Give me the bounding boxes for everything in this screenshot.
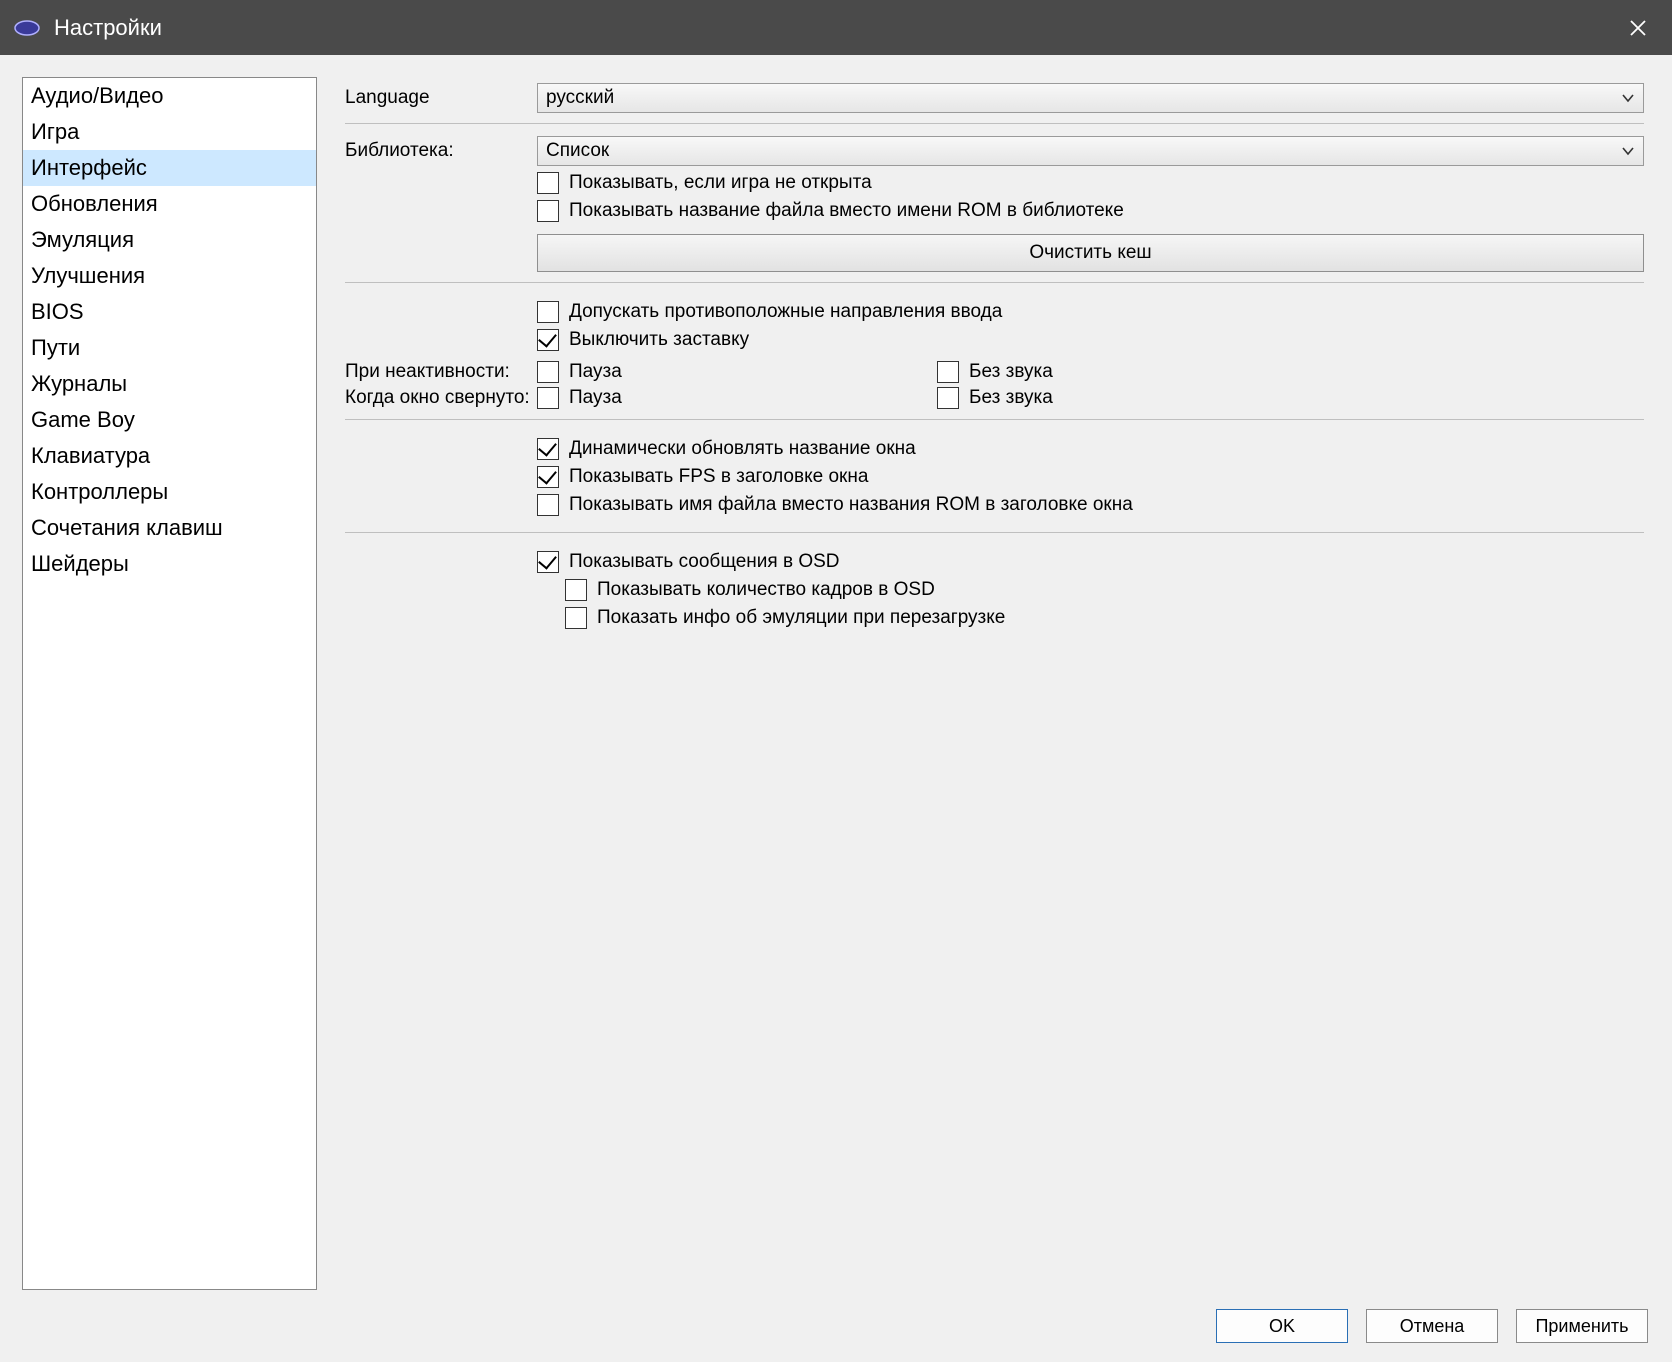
dialog-footer: OK Отмена Применить	[0, 1290, 1672, 1362]
show-fps-title-label: Показывать FPS в заголовке окна	[569, 466, 868, 488]
cancel-button[interactable]: Отмена	[1366, 1309, 1498, 1343]
show-fps-title-checkbox[interactable]	[537, 466, 559, 488]
sidebar-item[interactable]: Шейдеры	[23, 546, 316, 582]
sidebar-item[interactable]: Аудио/Видео	[23, 78, 316, 114]
sidebar-item[interactable]: BIOS	[23, 294, 316, 330]
minimized-mute-label: Без звука	[969, 387, 1053, 409]
opposing-input-checkbox[interactable]	[537, 301, 559, 323]
disable-screensaver-checkbox[interactable]	[537, 329, 559, 351]
sidebar-item[interactable]: Сочетания клавиш	[23, 510, 316, 546]
category-sidebar: Аудио/ВидеоИграИнтерфейсОбновленияЭмуляц…	[22, 77, 317, 1290]
dynamic-title-checkbox[interactable]	[537, 438, 559, 460]
inactive-mute-label: Без звука	[969, 361, 1053, 383]
apply-button[interactable]: Применить	[1516, 1309, 1648, 1343]
sidebar-item[interactable]: Контроллеры	[23, 474, 316, 510]
sidebar-item[interactable]: Игра	[23, 114, 316, 150]
window-title: Настройки	[54, 15, 162, 41]
disable-screensaver-label: Выключить заставку	[569, 329, 749, 351]
show-filename-lib-checkbox[interactable]	[537, 200, 559, 222]
sidebar-item[interactable]: Game Boy	[23, 402, 316, 438]
sidebar-item[interactable]: Эмуляция	[23, 222, 316, 258]
library-dropdown[interactable]: Список	[537, 136, 1644, 166]
osd-emu-info-reset-checkbox[interactable]	[565, 607, 587, 629]
ok-button[interactable]: OK	[1216, 1309, 1348, 1343]
clear-cache-button[interactable]: Очистить кеш	[537, 234, 1644, 272]
osd-emu-info-reset-label: Показать инфо об эмуляции при перезагруз…	[597, 607, 1005, 629]
close-button[interactable]	[1618, 8, 1658, 48]
inactive-pause-label: Пауза	[569, 361, 622, 383]
osd-frame-count-label: Показывать количество кадров в OSD	[597, 579, 935, 601]
show-if-no-game-checkbox[interactable]	[537, 172, 559, 194]
sidebar-item[interactable]: Интерфейс	[23, 150, 316, 186]
language-value: русский	[546, 87, 614, 109]
show-if-no-game-label: Показывать, если игра не открыта	[569, 172, 872, 194]
sidebar-item[interactable]: Клавиатура	[23, 438, 316, 474]
inactive-mute-checkbox[interactable]	[937, 361, 959, 383]
minimized-mute-checkbox[interactable]	[937, 387, 959, 409]
on-minimized-label: Когда окно свернуто:	[345, 387, 537, 409]
show-filename-title-checkbox[interactable]	[537, 494, 559, 516]
chevron-down-icon	[1621, 144, 1635, 158]
inactive-pause-checkbox[interactable]	[537, 361, 559, 383]
on-inactive-label: При неактивности:	[345, 361, 537, 383]
dynamic-title-label: Динамически обновлять название окна	[569, 438, 916, 460]
divider	[345, 282, 1644, 283]
language-label: Language	[345, 87, 537, 109]
osd-messages-checkbox[interactable]	[537, 551, 559, 573]
sidebar-item[interactable]: Обновления	[23, 186, 316, 222]
osd-messages-label: Показывать сообщения в OSD	[569, 551, 840, 573]
show-filename-lib-label: Показывать название файла вместо имени R…	[569, 200, 1124, 222]
divider	[345, 123, 1644, 124]
show-filename-title-label: Показывать имя файла вместо названия ROM…	[569, 494, 1133, 516]
minimized-pause-checkbox[interactable]	[537, 387, 559, 409]
sidebar-item[interactable]: Улучшения	[23, 258, 316, 294]
settings-panel: Language русский Библиотека: Список Пока…	[345, 77, 1650, 1290]
chevron-down-icon	[1621, 91, 1635, 105]
library-label: Библиотека:	[345, 136, 537, 162]
opposing-input-label: Допускать противоположные направления вв…	[569, 301, 1002, 323]
language-dropdown[interactable]: русский	[537, 83, 1644, 113]
title-bar: Настройки	[0, 0, 1672, 55]
app-icon	[14, 18, 40, 38]
divider	[345, 419, 1644, 420]
sidebar-item[interactable]: Пути	[23, 330, 316, 366]
divider	[345, 532, 1644, 533]
sidebar-item[interactable]: Журналы	[23, 366, 316, 402]
close-icon	[1628, 18, 1648, 38]
osd-frame-count-checkbox[interactable]	[565, 579, 587, 601]
minimized-pause-label: Пауза	[569, 387, 622, 409]
library-value: Список	[546, 140, 609, 162]
